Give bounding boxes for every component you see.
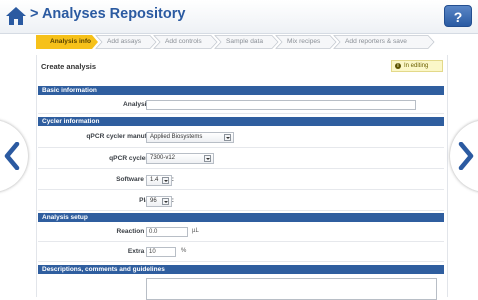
row-extra-volume: Extra volume*: (38, 242, 444, 262)
app-header: > Analyses Repository ? (0, 0, 478, 34)
home-icon[interactable] (5, 6, 27, 26)
next-page-button[interactable] (450, 120, 478, 192)
row-manufacturer: qPCR cycler manufacturer*: (38, 126, 444, 148)
step-add-assays[interactable]: Add assays (96, 35, 156, 49)
previous-page-button[interactable] (0, 120, 28, 192)
manufacturer-value: Applied Biosystems (150, 134, 203, 140)
section-cycler-information: Cycler information (38, 117, 444, 126)
info-icon: i (395, 63, 401, 69)
manufacturer-select[interactable]: Applied Biosystems (146, 132, 234, 143)
reaction-volume-unit: µL (192, 228, 199, 234)
reaction-volume-input[interactable]: 0.0 (146, 227, 188, 237)
status-badge-label: In editing (404, 63, 429, 69)
plate-size-value: 96 (150, 198, 157, 204)
chevron-down-icon (162, 198, 169, 205)
row-software-version: Software version*: (38, 169, 444, 190)
chevron-right-icon (458, 142, 474, 170)
software-version-select[interactable]: 1.4 (146, 175, 172, 186)
chevron-down-icon (162, 177, 169, 184)
step-add-reporters-save[interactable]: Add reporters & save (334, 35, 434, 49)
analysis-name-input[interactable] (146, 100, 416, 110)
section-analysis-setup: Analysis setup (38, 213, 444, 222)
extra-volume-unit: % (181, 248, 187, 254)
chevron-down-icon (204, 155, 211, 162)
section-descriptions: Descriptions, comments and guidelines (38, 265, 444, 274)
chevron-left-icon (4, 142, 20, 170)
extra-volume-input[interactable]: 10 (146, 247, 176, 257)
plate-size-select[interactable]: 96 (146, 196, 172, 207)
help-button[interactable]: ? (444, 5, 472, 27)
row-reaction-volume: Reaction volume*: (38, 222, 444, 242)
row-model: qPCR cycler model*: (38, 148, 444, 169)
step-add-controls[interactable]: Add controls (154, 35, 217, 49)
model-value: 7300-v12 (150, 155, 176, 161)
status-badge: i In editing (391, 60, 443, 72)
create-analysis-title: Create analysis (41, 62, 97, 71)
step-analysis-info[interactable]: Analysis info (36, 35, 98, 49)
software-version-value: 1.4 (150, 177, 159, 183)
step-mix-recipes[interactable]: Mix recipes (276, 35, 336, 49)
row-plate-size: Plate size*: (38, 190, 444, 211)
section-basic-information: Basic information (38, 86, 444, 95)
chevron-down-icon (224, 134, 231, 141)
page-heading: > Analyses Repository (30, 6, 186, 22)
step-sample-data[interactable]: Sample data (215, 35, 278, 49)
model-select[interactable]: 7300-v12 (146, 153, 214, 164)
